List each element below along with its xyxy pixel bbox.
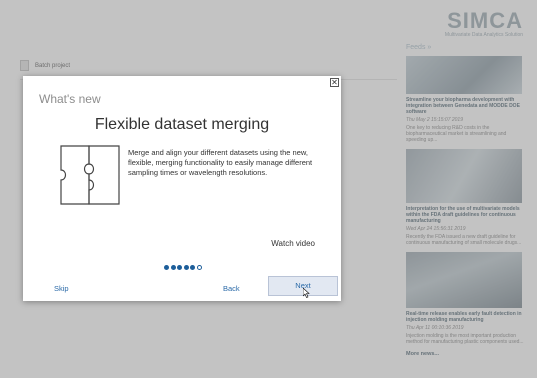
page-indicator [164,265,202,270]
whats-new-dialog: ✕ What's new Flexible dataset merging Me… [23,76,341,301]
feature-title: Flexible dataset merging [94,116,270,133]
close-icon: ✕ [331,78,338,87]
close-button[interactable]: ✕ [330,78,339,87]
puzzle-icon [60,145,120,205]
dialog-heading: What's new [39,92,101,106]
page-dot[interactable] [170,265,176,270]
page-dot[interactable] [183,265,189,270]
skip-button[interactable]: Skip [54,284,69,293]
feature-description: Merge and align your different datasets … [128,148,313,177]
page-dot[interactable] [177,265,182,270]
page-dot[interactable] [196,265,202,270]
mouse-cursor-icon [303,288,310,298]
page-dot-current[interactable] [190,265,195,270]
back-button[interactable]: Back [223,284,240,293]
watch-video-link[interactable]: Watch video [271,239,315,248]
page-dot[interactable] [164,265,169,270]
